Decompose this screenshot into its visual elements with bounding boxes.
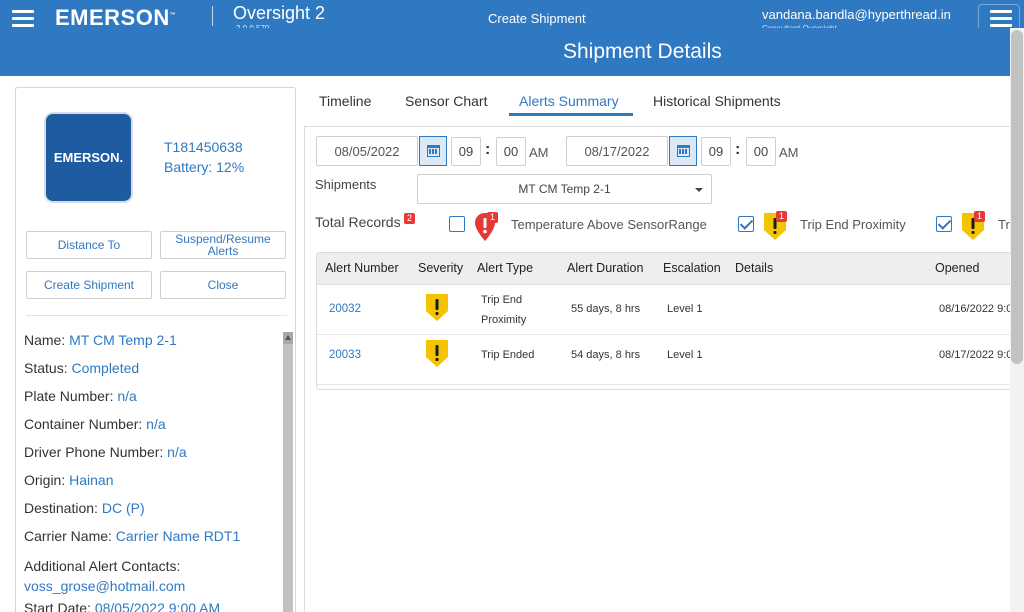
filter-trip-ended-checkbox[interactable] — [936, 216, 952, 232]
page-header: Shipment Details — [0, 28, 1024, 76]
filter-trip-end-proximity-label: Trip End Proximity — [800, 217, 906, 232]
distance-to-button[interactable]: Distance To — [26, 231, 152, 259]
end-hour-input[interactable]: 09 — [701, 137, 731, 166]
scroll-up-icon[interactable] — [283, 332, 293, 344]
divider — [26, 315, 287, 316]
calendar-icon — [676, 145, 690, 157]
tab-bar: Timeline Sensor Chart Alerts Summary His… — [305, 85, 1005, 117]
col-severity[interactable]: Severity — [418, 261, 463, 275]
tab-historical-shipments[interactable]: Historical Shipments — [653, 93, 781, 109]
device-logo-text: EMERSON. — [53, 150, 124, 165]
user-menu-icon[interactable] — [990, 10, 1012, 28]
page-title: Shipment Details — [563, 40, 722, 63]
create-shipment-link[interactable]: Create Shipment — [488, 11, 586, 26]
alert-duration: 55 days, 8 hrs — [571, 303, 641, 315]
end-calendar-button[interactable] — [669, 136, 697, 166]
user-email[interactable]: vandana.bandla@hyperthread.in — [762, 7, 951, 22]
tab-timeline[interactable]: Timeline — [319, 93, 371, 109]
warning-shield-icon — [426, 340, 448, 367]
app-name: Oversight 2 — [233, 3, 326, 23]
shipments-select[interactable]: MT CM Temp 2-1 — [417, 174, 712, 204]
filter-trip-ended-count: 1 — [974, 211, 985, 222]
suspend-resume-alerts-button[interactable]: Suspend/Resume Alerts — [160, 231, 286, 259]
filter-temperature-label: Temperature Above SensorRange — [511, 217, 707, 232]
alerts-table: Alert Number Severity Alert Type Alert D… — [316, 252, 1024, 390]
info-start-date: Start Date: 08/05/2022 9:00 AM — [24, 600, 221, 612]
device-panel: EMERSON. T181450638 Battery: 12% Distanc… — [15, 87, 296, 612]
tab-sensor-chart[interactable]: Sensor Chart — [405, 93, 487, 109]
page-scrollbar-thumb[interactable] — [1011, 30, 1023, 364]
col-opened[interactable]: Opened — [935, 261, 979, 275]
device-logo: EMERSON. — [46, 114, 131, 201]
table-row[interactable]: 20032 Trip End Proximity 55 days, 8 hrs … — [317, 285, 1024, 335]
opened-date: 08/16/2022 9:00 — [939, 303, 1019, 315]
opened-date: 08/17/2022 9:00 — [939, 349, 1019, 361]
end-date-input[interactable]: 08/17/2022 — [566, 136, 668, 166]
create-shipment-button[interactable]: Create Shipment — [26, 271, 152, 299]
alert-type: Trip End Proximity — [481, 294, 527, 326]
escalation: Level 1 — [667, 303, 703, 315]
total-records-label: Total Records — [315, 214, 401, 230]
filter-trip-end-proximity-count: 1 — [776, 211, 787, 222]
left-panel-scrollbar[interactable] — [283, 332, 293, 612]
table-row[interactable]: 20033 Trip Ended 54 days, 8 hrs Level 1 … — [317, 335, 1024, 385]
device-battery: Battery: 12% — [164, 159, 245, 175]
col-escalation[interactable]: Escalation — [663, 261, 721, 275]
col-alert-type[interactable]: Alert Type — [477, 261, 533, 275]
alert-number-link[interactable]: 20033 — [329, 349, 361, 361]
top-bar: EMERSON™ Oversight 2 2.0.0.570 Create Sh… — [0, 0, 1024, 38]
info-status: Status: Completed — [24, 360, 140, 376]
alert-type: Trip Ended — [481, 349, 535, 361]
start-calendar-button[interactable] — [419, 136, 447, 166]
active-tab-indicator — [509, 113, 633, 116]
info-alert-contacts: Additional Alert Contacts: voss_grose@hot… — [24, 558, 186, 594]
alert-duration: 54 days, 8 hrs — [571, 349, 641, 361]
shipment-info-list: Name: MT CM Temp 2-1 Status: Completed P… — [24, 332, 284, 612]
info-container-number: Container Number: n/a — [24, 416, 166, 432]
start-date-input[interactable]: 08/05/2022 — [316, 136, 418, 166]
end-minute-input[interactable]: 00 — [746, 137, 776, 166]
start-ampm-label[interactable]: AM — [529, 145, 549, 160]
info-origin: Origin: Hainan — [24, 472, 114, 488]
info-driver-phone: Driver Phone Number: n/a — [24, 444, 187, 460]
chevron-down-icon — [695, 188, 703, 192]
filter-temperature-count: 1 — [487, 212, 498, 223]
total-records-badge: 2 — [404, 213, 415, 224]
info-plate-number: Plate Number: n/a — [24, 388, 137, 404]
info-carrier-name: Carrier Name: Carrier Name RDT1 — [24, 528, 241, 544]
shipments-selected-value: MT CM Temp 2-1 — [518, 182, 611, 196]
warning-shield-icon — [426, 294, 448, 321]
filter-temperature-checkbox[interactable] — [449, 216, 465, 232]
table-header: Alert Number Severity Alert Type Alert D… — [317, 253, 1024, 285]
start-minute-input[interactable]: 00 — [496, 137, 526, 166]
menu-icon[interactable] — [12, 10, 34, 28]
device-id[interactable]: T181450638 — [164, 139, 243, 155]
tab-alerts-summary[interactable]: Alerts Summary — [519, 93, 619, 109]
info-name: Name: MT CM Temp 2-1 — [24, 332, 177, 348]
calendar-icon — [426, 145, 440, 157]
brand-divider — [212, 6, 213, 26]
info-destination: Destination: DC (P) — [24, 500, 145, 516]
start-hour-input[interactable]: 09 — [451, 137, 481, 166]
escalation: Level 1 — [667, 349, 703, 361]
shipments-label: Shipments — [315, 177, 377, 192]
close-button[interactable]: Close — [160, 271, 286, 299]
col-details[interactable]: Details — [735, 261, 773, 275]
alert-number-link[interactable]: 20032 — [329, 303, 361, 315]
time-separator: : — [485, 141, 491, 158]
end-ampm-label[interactable]: AM — [779, 145, 799, 160]
filter-trip-end-proximity-checkbox[interactable] — [738, 216, 754, 232]
col-alert-duration[interactable]: Alert Duration — [567, 261, 643, 275]
col-alert-number[interactable]: Alert Number — [325, 261, 399, 275]
filter-trip-ended-label: Trip Ended — [998, 217, 1010, 232]
time-separator: : — [735, 141, 741, 158]
